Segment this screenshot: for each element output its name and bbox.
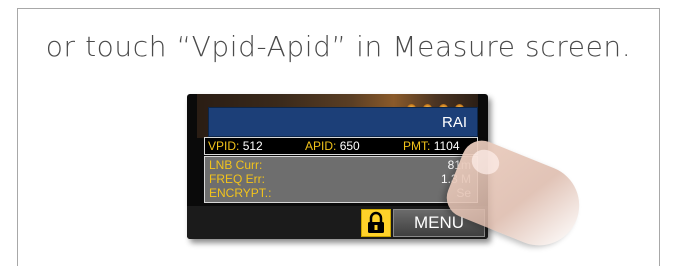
pmt-value: 1104 [433,139,460,153]
instruction-text: or touch “Vpid-Apid” in Measure screen. [45,30,632,63]
apid-label: APID: [305,139,337,153]
measure-info-box: LNB Curr: 81m FREQ Err: 1.3 M ENCRYPT.: … [204,156,478,203]
pmt-item: PMT: 1104 [403,139,460,153]
channel-banner: RAI [208,107,478,137]
freq-error-label: FREQ Err: [209,172,265,186]
vpid-apid-row[interactable]: VPID: 512 APID: 650 PMT: 1104 [204,137,478,155]
apid-item: APID: 650 [305,139,360,153]
lock-button[interactable] [361,209,391,237]
apid-value: 650 [339,139,360,153]
vpid-value: 512 [242,139,263,153]
fingernail [468,145,503,179]
encrypt-row: ENCRYPT.: Se [209,186,471,200]
vpid-item: VPID: 512 [208,139,263,153]
freq-error-row: FREQ Err: 1.3 M [209,172,471,186]
device-screen: RAI VPID: 512 APID: 650 PMT: 1104 LNB Cu… [187,94,488,239]
lock-icon [368,211,384,233]
bottom-toolbar: MENU [187,206,488,239]
pmt-label: PMT: [403,139,431,153]
lnb-current-row: LNB Curr: 81m [209,158,471,172]
lnb-current-label: LNB Curr: [209,158,263,172]
channel-name: RAI [441,114,467,131]
vpid-label: VPID: [208,139,240,153]
encrypt-label: ENCRYPT.: [209,186,272,200]
